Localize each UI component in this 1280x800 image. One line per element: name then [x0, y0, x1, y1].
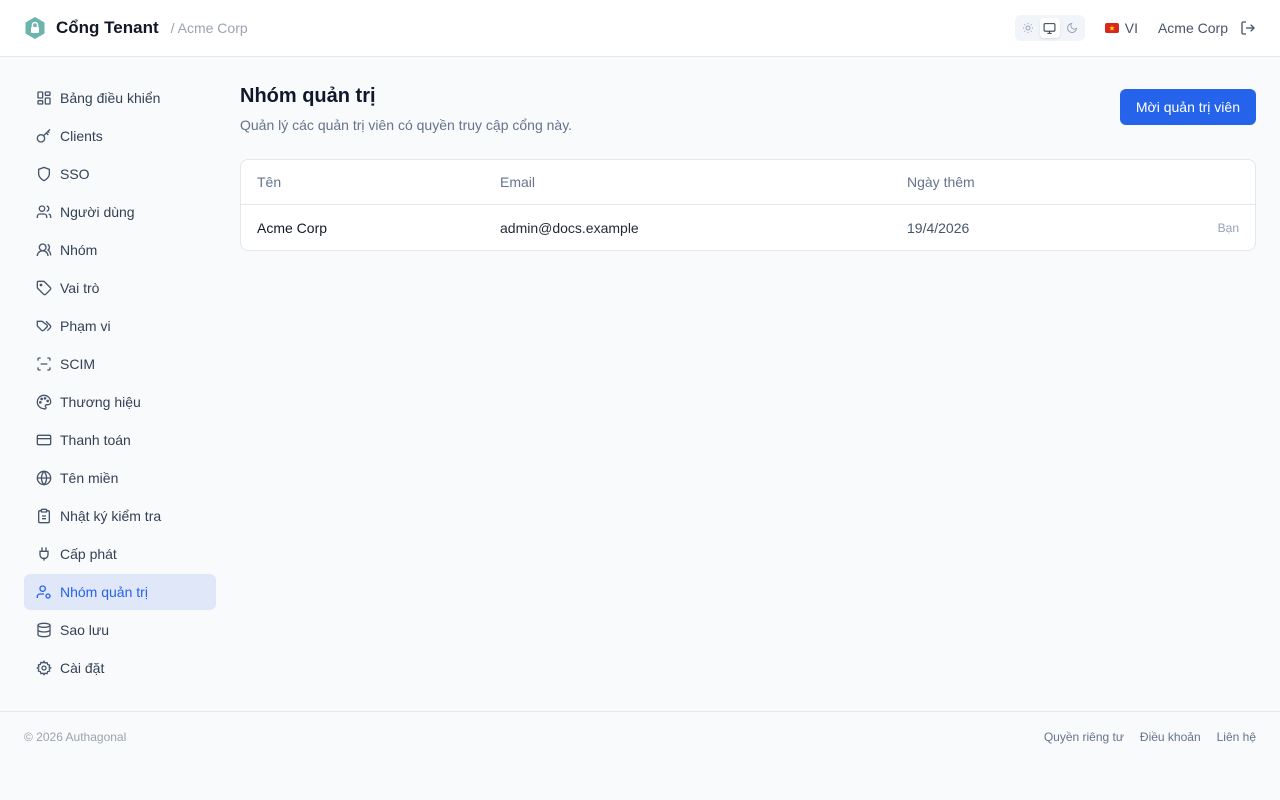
- globe-icon: [36, 470, 52, 486]
- tags-icon: [36, 318, 52, 334]
- column-header-email: Email: [500, 174, 536, 190]
- admins-table: Tên Email Ngày thêm Acme Corp admin@docs…: [240, 159, 1256, 251]
- column-header-date-added: Ngày thêm: [907, 174, 975, 190]
- footer-link-terms[interactable]: Điều khoản: [1140, 730, 1201, 744]
- sidebar-item-label: Tên miền: [60, 470, 119, 486]
- dark-theme-button[interactable]: [1062, 18, 1082, 38]
- sidebar-item-label: Cài đặt: [60, 660, 105, 676]
- credit-card-icon: [36, 432, 52, 448]
- language-label: VI: [1124, 20, 1138, 36]
- sidebar-item-label: Thanh toán: [60, 432, 131, 448]
- sidebar-item-scopes[interactable]: Phạm vi: [24, 308, 216, 344]
- sidebar-item-label: SSO: [60, 166, 90, 182]
- sidebar-item-label: Vai trò: [60, 280, 100, 296]
- sidebar-item-label: Nhật ký kiểm tra: [60, 508, 162, 524]
- sidebar-item-roles[interactable]: Vai trò: [24, 270, 216, 306]
- system-theme-button[interactable]: [1039, 18, 1060, 38]
- sidebar-item-label: Nhóm: [60, 242, 98, 258]
- dashboard-icon: [36, 90, 52, 106]
- sidebar-item-label: Người dùng: [60, 204, 135, 220]
- sidebar-item-label: Phạm vi: [60, 318, 111, 334]
- sidebar-item-label: Cấp phát: [60, 546, 117, 562]
- footer-link-privacy[interactable]: Quyền riêng tư: [1044, 730, 1124, 744]
- column-header-name: Tên: [257, 174, 282, 190]
- table-header: Tên Email Ngày thêm: [241, 160, 1255, 205]
- admin-name: Acme Corp: [257, 219, 328, 236]
- footer: © 2026 Authagonal Quyền riêng tư Điều kh…: [0, 711, 1280, 800]
- sidebar-item-dashboard[interactable]: Bảng điều khiển: [24, 80, 216, 116]
- main-content: Nhóm quản trị Quản lý các quản trị viên …: [216, 57, 1280, 711]
- sidebar-item-clients[interactable]: Clients: [24, 118, 216, 154]
- sidebar-item-provisioning[interactable]: Cấp phát: [24, 536, 216, 572]
- sidebar-item-label: Nhóm quản trị: [60, 584, 148, 600]
- invite-admin-button[interactable]: Mời quản trị viên: [1119, 89, 1256, 125]
- sidebar-item-branding[interactable]: Thương hiệu: [24, 384, 216, 420]
- group-icon: [36, 242, 52, 258]
- admin-date-added: 19/4/2026: [907, 219, 970, 236]
- users-icon: [36, 204, 52, 220]
- footer-link-contact[interactable]: Liên hệ: [1217, 730, 1256, 744]
- vietnam-flag-icon: [1104, 23, 1119, 33]
- sun-icon: [1022, 23, 1033, 33]
- sidebar-item-users[interactable]: Người dùng: [24, 194, 216, 230]
- page-title: Nhóm quản trị: [240, 85, 376, 107]
- copyright: © 2026 Authagonal: [24, 730, 127, 744]
- monitor-icon: [1043, 22, 1056, 34]
- sidebar-item-sso[interactable]: SSO: [24, 156, 216, 192]
- breadcrumb: / Acme Corp: [170, 20, 248, 36]
- sidebar-item-backup[interactable]: Sao lưu: [24, 612, 216, 648]
- page-subtitle: Quản lý các quản trị viên có quyền truy …: [240, 117, 573, 133]
- database-icon: [36, 622, 52, 638]
- table-row: Acme Corp admin@docs.example 19/4/2026 B…: [241, 205, 1255, 250]
- tag-icon: [36, 280, 52, 296]
- gear-icon: [36, 660, 52, 676]
- sidebar: Bảng điều khiển Clients SSO Người dùng N…: [0, 57, 216, 711]
- plug-icon: [36, 546, 52, 562]
- top-header: Cổng Tenant / Acme Corp VI Acme Corp: [0, 0, 1280, 57]
- shield-icon: [36, 166, 52, 182]
- sidebar-item-admin-group[interactable]: Nhóm quản trị: [24, 574, 216, 610]
- sidebar-item-billing[interactable]: Thanh toán: [24, 422, 216, 458]
- sidebar-item-label: Thương hiệu: [60, 394, 141, 410]
- palette-icon: [36, 394, 52, 410]
- sidebar-item-label: SCIM: [60, 356, 95, 372]
- sidebar-item-groups[interactable]: Nhóm: [24, 232, 216, 268]
- app-title: Cổng Tenant: [56, 18, 159, 37]
- sidebar-item-scim[interactable]: SCIM: [24, 346, 216, 382]
- sidebar-item-audit-log[interactable]: Nhật ký kiểm tra: [24, 498, 216, 534]
- key-icon: [36, 128, 52, 144]
- sidebar-item-domains[interactable]: Tên miền: [24, 460, 216, 496]
- language-selector[interactable]: VI: [1104, 20, 1138, 36]
- brand[interactable]: Cổng Tenant: [24, 16, 159, 40]
- scan-icon: [36, 356, 52, 372]
- admin-email: admin@docs.example: [500, 219, 639, 236]
- logout-icon[interactable]: [1240, 20, 1256, 36]
- light-theme-button[interactable]: [1018, 18, 1038, 38]
- you-badge: Bạn: [1217, 220, 1239, 235]
- sidebar-item-label: Bảng điều khiển: [60, 90, 161, 106]
- sidebar-item-label: Clients: [60, 128, 103, 144]
- sidebar-item-settings[interactable]: Cài đặt: [24, 650, 216, 686]
- moon-icon: [1066, 22, 1077, 33]
- user-cog-icon: [36, 584, 52, 600]
- app-logo-icon: [24, 16, 46, 40]
- user-name[interactable]: Acme Corp: [1158, 20, 1228, 36]
- sidebar-item-label: Sao lưu: [60, 622, 110, 638]
- theme-switcher: [1014, 15, 1085, 41]
- clipboard-icon: [36, 508, 52, 524]
